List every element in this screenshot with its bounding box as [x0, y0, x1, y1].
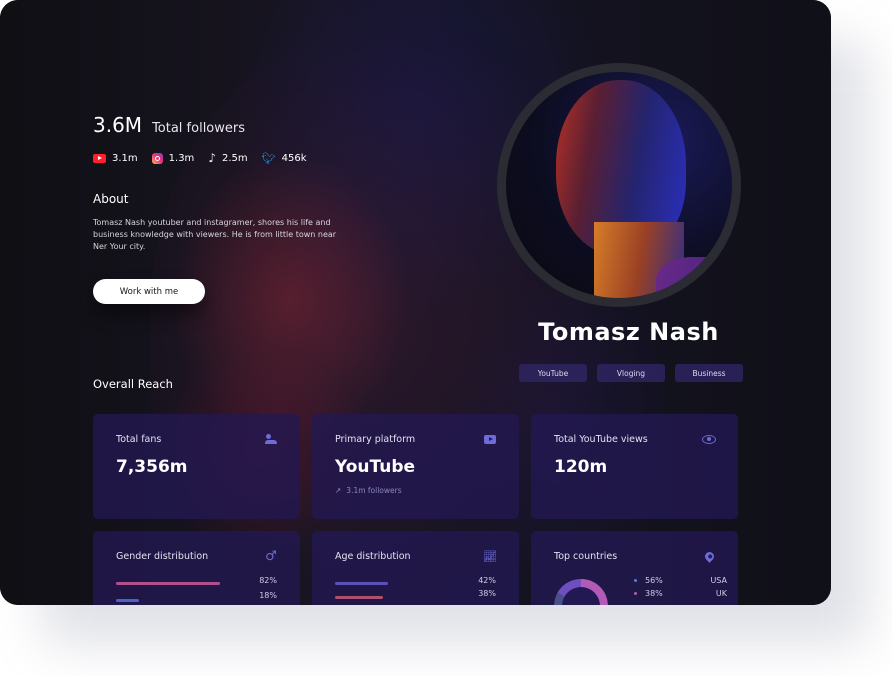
age-bar-1 [335, 582, 388, 585]
youtube-count: 3.1m [112, 152, 138, 164]
chart-icon: 📈︎ [483, 549, 497, 563]
country-row-2: 38% UK [634, 589, 727, 598]
twitter-count: 456k [281, 152, 307, 164]
stat-card-primary-platform[interactable]: Primary platform YouTube ↗ 3.1m follower… [312, 414, 519, 519]
country-name: UK [715, 589, 727, 598]
stat-value: YouTube [335, 457, 416, 477]
stat-card-total-youtube-views[interactable]: Total YouTube views 120m [531, 414, 738, 519]
stat-label: Total fans [116, 434, 162, 445]
stat-label: Top countries [554, 551, 618, 562]
about-text: Tomasz Nash youtuber and instagramer, sh… [93, 218, 337, 251]
tiktok-count: 2.5m [221, 152, 248, 164]
eye-icon [702, 433, 716, 445]
youtube-icon [93, 153, 106, 163]
country-dot [634, 592, 637, 595]
total-followers-label: Total followers [152, 121, 246, 136]
country-pct: 38% [645, 589, 663, 598]
stat-label: Primary platform [335, 434, 416, 445]
location-pin-icon [702, 549, 716, 563]
stat-label: Total YouTube views [554, 434, 648, 445]
stat-card-gender-distribution[interactable]: Gender distribution ♂ 82% 18% [93, 531, 300, 605]
country-pct: 56% [645, 576, 663, 585]
age-pct-2: 38% [478, 589, 496, 598]
tiktok-icon: ♪ [208, 151, 216, 165]
profile-card: 3.6M Total followers 3.1m 1.3m ♪ 2.5m 🐦︎… [0, 0, 831, 605]
age-pct-1: 42% [478, 576, 496, 585]
social-youtube[interactable]: 3.1m [93, 153, 138, 164]
overall-reach-title: Overall Reach [93, 377, 173, 391]
stat-subtext: ↗ 3.1m followers [335, 486, 402, 495]
gender-pct-2: 18% [259, 591, 277, 600]
tag-list: YouTube Vloging Business [519, 364, 743, 382]
youtube-play-icon [483, 433, 497, 445]
tag-youtube[interactable]: YouTube [519, 364, 587, 382]
stat-value: 7,356m [116, 457, 188, 477]
stat-card-age-distribution[interactable]: Age distribution 📈︎ 42% 38% [312, 531, 519, 605]
total-followers-value: 3.6M [93, 113, 143, 137]
instagram-count: 1.3m [168, 152, 195, 164]
avatar-shirt [656, 257, 732, 298]
primary-platform-followers: 3.1m followers [346, 486, 402, 495]
social-instagram[interactable]: 1.3m [151, 152, 195, 164]
profile-name: Tomasz Nash [538, 318, 719, 346]
people-icon [264, 433, 278, 445]
social-stats: 3.1m 1.3m ♪ 2.5m 🐦︎ 456k [93, 152, 307, 164]
country-row-1: 56% USA [634, 576, 727, 585]
stat-card-top-countries[interactable]: Top countries 56% USA 38% UK [531, 531, 738, 605]
stat-label: Gender distribution [116, 551, 209, 562]
stat-value: 120m [554, 457, 608, 477]
male-icon: ♂ [265, 548, 277, 564]
tag-business[interactable]: Business [675, 364, 743, 382]
total-followers: 3.6M Total followers [93, 113, 245, 137]
avatar [506, 72, 732, 298]
social-tiktok[interactable]: ♪ 2.5m [208, 152, 247, 164]
tag-vlogging[interactable]: Vloging [597, 364, 665, 382]
stat-card-total-fans[interactable]: Total fans 7,356m [93, 414, 300, 519]
age-bar-2 [335, 596, 383, 599]
instagram-icon [151, 152, 163, 164]
page: 3.6M Total followers 3.1m 1.3m ♪ 2.5m 🐦︎… [0, 0, 892, 676]
country-dot [634, 579, 637, 582]
work-with-me-button[interactable]: Work with me [93, 279, 205, 304]
gender-bar-1 [116, 582, 220, 585]
countries-donut-chart [554, 579, 608, 605]
twitter-icon: 🐦︎ [261, 151, 276, 165]
country-name: USA [710, 576, 727, 585]
social-twitter[interactable]: 🐦︎ 456k [262, 153, 307, 164]
about-title: About [93, 192, 129, 206]
stat-label: Age distribution [335, 551, 411, 562]
gender-bar-2 [116, 599, 139, 602]
arrow-up-right-icon: ↗ [335, 486, 342, 495]
gender-pct-1: 82% [259, 576, 277, 585]
